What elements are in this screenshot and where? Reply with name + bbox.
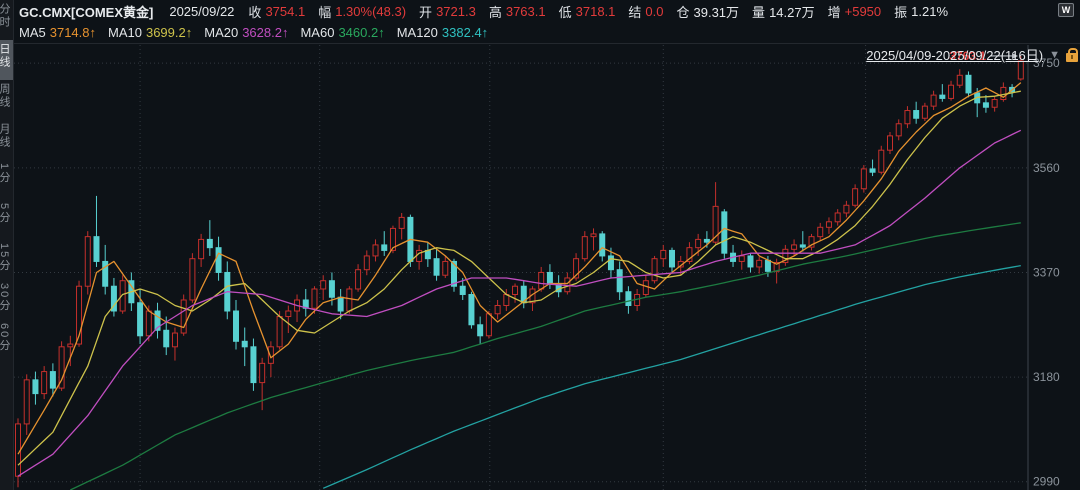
ma-legend-item-ma5: MA5 3714.8↑ [19, 25, 96, 40]
quote-field-label: 收 [248, 2, 261, 21]
grid: 37503560337031802990 [14, 45, 1060, 490]
ma-label: MA120 [397, 25, 438, 40]
y-axis-label: 2990 [1033, 475, 1060, 489]
chevron-down-icon[interactable]: ▼ [1049, 49, 1060, 61]
period-sidebar[interactable]: 分时日线周线月线 1分 5分 15分 30分 60分 [0, 0, 14, 490]
quote-field: 振 1.21% [894, 2, 948, 21]
sidebar-item-1[interactable]: 日线 [0, 40, 14, 80]
ma-value: 3699.2↑ [146, 25, 192, 40]
ma20-line [18, 130, 1021, 476]
quote-field-label: 振 [894, 2, 907, 21]
quote-field-value: 3754.1 [265, 4, 305, 19]
quote-field: 幅 1.30%(48.3) [318, 2, 406, 21]
quote-field-value: 14.27万 [769, 2, 815, 21]
quote-field-label: 仓 [676, 2, 689, 21]
sidebar-item-8[interactable]: 60分 [0, 320, 14, 360]
sidebar-item-0[interactable]: 分时 [0, 0, 14, 40]
quote-field: 低 3718.1 [559, 2, 616, 21]
ma-value: 3714.8↑ [50, 25, 96, 40]
sidebar-item-2[interactable]: 周线 [0, 80, 14, 120]
sidebar-item-4[interactable]: 1分 [0, 160, 14, 200]
ma-label: MA60 [300, 25, 334, 40]
ma120-line [323, 266, 1021, 489]
sidebar-item-label: 15分 [0, 243, 11, 272]
ma-label: MA20 [204, 25, 238, 40]
date-range-label[interactable]: 2025/04/09-2025/09/22(116日) [866, 45, 1043, 64]
ma10-line [18, 91, 1021, 465]
ma-label: MA5 [19, 25, 46, 40]
quote-field-label: 开 [419, 2, 432, 21]
ma-row: MA5 3714.8↑ MA10 3699.2↑ MA20 3628.2↑ MA60 3460… [14, 22, 1080, 43]
y-axis-label: 3560 [1033, 161, 1060, 175]
ma-legend-item-ma20: MA20 3628.2↑ [204, 25, 288, 40]
sidebar-item-5[interactable]: 5分 [0, 200, 14, 240]
quote-field-label: 低 [559, 2, 572, 21]
quote-fields: 收 3754.1 幅 1.30%(48.3) 开 3721.3 高 3763.1 低 3718.1… [248, 2, 948, 21]
quote-header: GC.CMX[COMEX黄金] 2025/09/22 收 3754.1 幅 1.30%… [14, 0, 1080, 44]
quote-field: 结 0.0 [628, 2, 663, 21]
sidebar-item-label: 分时 [0, 3, 11, 29]
sidebar-item-label: 月线 [0, 123, 11, 149]
ma-legend-item-ma60: MA60 3460.2↑ [300, 25, 384, 40]
sidebar-item-label: 1分 [0, 163, 11, 184]
ma-legend-item-ma120: MA120 3382.4↑ [397, 25, 488, 40]
ma-value: 3382.4↑ [442, 25, 488, 40]
lock-icon[interactable] [1066, 53, 1078, 62]
date-range-control: 2025/04/09-2025/09/22(116日) ▼ [866, 44, 1077, 65]
ma-label: MA10 [108, 25, 142, 40]
ma5-line [18, 83, 1021, 455]
quote-field-value: 3763.1 [506, 4, 546, 19]
quote-field-value: 1.30%(48.3) [335, 4, 406, 19]
sidebar-item-7[interactable]: 30分 [0, 280, 14, 320]
quote-field-value: 1.21% [911, 4, 948, 19]
y-axis-label: 3180 [1033, 370, 1060, 384]
ma-value: 3460.2↑ [338, 25, 384, 40]
quote-field-value: +5950 [845, 4, 882, 19]
ma-legend: MA5 3714.8↑ MA10 3699.2↑ MA20 3628.2↑ MA60 3460… [19, 25, 488, 40]
candles [16, 56, 1024, 487]
sidebar-item-6[interactable]: 15分 [0, 240, 14, 280]
window-mode-icon[interactable]: W [1058, 3, 1074, 17]
quote-field-value: 39.31万 [694, 2, 740, 21]
y-axis-label: 3370 [1033, 265, 1060, 279]
quote-row: GC.CMX[COMEX黄金] 2025/09/22 收 3754.1 幅 1.30%… [14, 0, 1080, 22]
sidebar-item-3[interactable]: 月线 [0, 120, 14, 160]
quote-field-label: 幅 [318, 2, 331, 21]
trading-app-window: 375035603370318029903763.1 分时日线周线月线1分5分1… [0, 0, 1080, 490]
quote-field: 高 3763.1 [489, 2, 546, 21]
sidebar-item-label: 日线 [0, 43, 11, 69]
quote-field: 收 3754.1 [248, 2, 305, 21]
quote-field-value: 3718.1 [576, 4, 616, 19]
quote-field: 量14.27万 [752, 2, 815, 21]
candlestick-chart[interactable]: 375035603370318029903763.1 [0, 0, 1080, 490]
quote-field-value: 3721.3 [436, 4, 476, 19]
quote-field: 增 +5950 [828, 2, 882, 21]
quote-field-label: 增 [828, 2, 841, 21]
ma-legend-item-ma10: MA10 3699.2↑ [108, 25, 192, 40]
sidebar-item-label: 5分 [0, 203, 11, 224]
ma-value: 3628.2↑ [242, 25, 288, 40]
quote-field-label: 结 [628, 2, 641, 21]
quote-field: 仓 39.31万 [676, 2, 739, 21]
quote-field: 开 3721.3 [419, 2, 476, 21]
symbol-name: GC.CMX[COMEX黄金] [19, 2, 153, 21]
sidebar-item-label: 60分 [0, 323, 11, 352]
sidebar-item-label: 30分 [0, 283, 11, 312]
quote-field-label: 高 [489, 2, 502, 21]
quote-date: 2025/09/22 [169, 4, 234, 19]
sidebar-item-label: 周线 [0, 83, 11, 109]
ma60-line [70, 223, 1021, 490]
quote-field-value: 0.0 [645, 4, 663, 19]
quote-field-label: 量 [752, 2, 765, 21]
